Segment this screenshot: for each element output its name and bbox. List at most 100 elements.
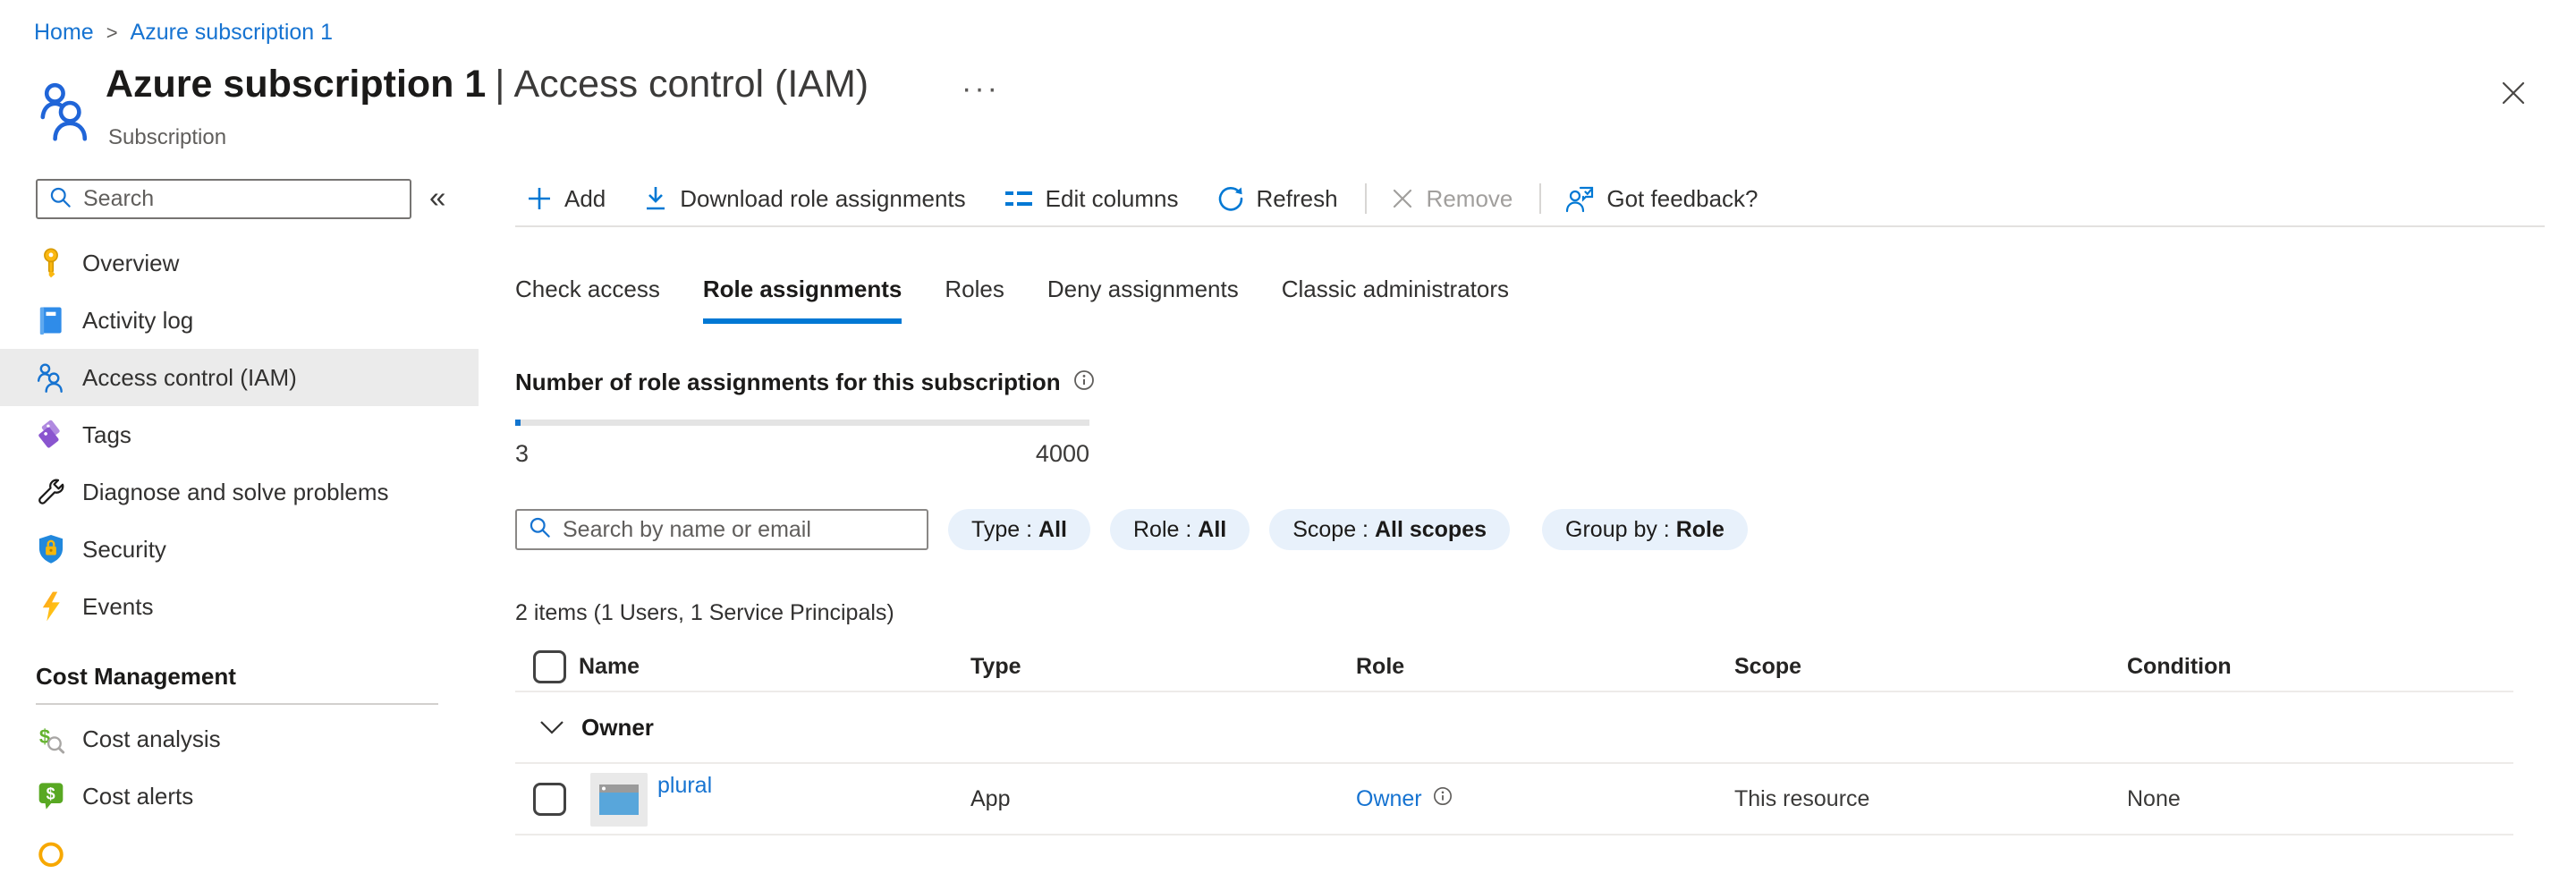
refresh-icon xyxy=(1216,184,1245,213)
remove-x-icon xyxy=(1390,186,1415,211)
sidebar-item-access-control-iam[interactable]: Access control (IAM) xyxy=(0,349,479,406)
page-subtitle: Subscription xyxy=(108,125,226,150)
role-link[interactable]: Owner xyxy=(1356,786,1422,812)
activity-log-icon xyxy=(36,305,66,335)
select-all-checkbox[interactable] xyxy=(533,650,566,683)
sidebar-search-input[interactable] xyxy=(83,186,399,212)
page-title: Azure subscription 1|Access control (IAM… xyxy=(106,63,869,106)
remove-button[interactable]: Remove xyxy=(1390,185,1513,213)
shield-lock-icon xyxy=(36,534,66,564)
assignments-limit: 4000 xyxy=(1036,440,1089,468)
column-header-scope[interactable]: Scope xyxy=(1734,654,2127,680)
chevron-down-icon[interactable] xyxy=(538,718,565,736)
assignments-current: 3 xyxy=(515,440,529,468)
toolbar-separator xyxy=(1539,183,1541,214)
breadcrumb-separator: > xyxy=(106,21,118,45)
edit-columns-button[interactable]: Edit columns xyxy=(1004,185,1179,213)
main-content: Add Download role assignments Edit colum… xyxy=(515,172,2545,835)
cell-condition: None xyxy=(2127,786,2513,812)
sidebar-item-cutoff[interactable] xyxy=(0,825,479,882)
subscription-people-icon xyxy=(40,81,87,146)
sidebar-item-activity-log[interactable]: Activity log xyxy=(0,292,479,349)
page-title-separator: | xyxy=(486,63,513,106)
wrench-icon xyxy=(36,477,66,507)
edit-columns-icon xyxy=(1004,188,1034,209)
breadcrumb-subscription-link[interactable]: Azure subscription 1 xyxy=(131,20,334,46)
budgets-icon xyxy=(36,838,66,869)
assignments-progress-bar xyxy=(515,420,1089,426)
sidebar-item-label: Cost alerts xyxy=(82,783,193,810)
add-button[interactable]: Add xyxy=(526,185,606,213)
filter-pill-role[interactable]: Role : All xyxy=(1110,509,1250,550)
tab-bar: Check access Role assignments Roles Deny… xyxy=(515,276,2545,324)
breadcrumb: Home > Azure subscription 1 xyxy=(34,20,333,46)
sidebar-item-label: Security xyxy=(82,536,166,564)
page-title-secondary: Access control (IAM) xyxy=(513,63,869,106)
tab-deny-assignments[interactable]: Deny assignments xyxy=(1047,276,1239,324)
toolbar-separator xyxy=(1365,183,1367,214)
sidebar-item-label: Overview xyxy=(82,250,179,277)
access-control-people-icon xyxy=(36,362,66,393)
sidebar-item-cost-analysis[interactable]: $ Cost analysis xyxy=(0,710,479,768)
principal-name-link[interactable]: plural xyxy=(657,773,712,799)
app-window-icon xyxy=(590,773,648,827)
assignments-count-title: Number of role assignments for this subs… xyxy=(515,369,1061,396)
refresh-button[interactable]: Refresh xyxy=(1216,184,1338,213)
got-feedback-button[interactable]: Got feedback? xyxy=(1564,184,1758,213)
cost-alerts-icon: $ xyxy=(36,781,66,811)
table-row[interactable]: plural App Owner This resource None xyxy=(515,764,2513,835)
page-title-primary: Azure subscription 1 xyxy=(106,63,486,106)
row-checkbox[interactable] xyxy=(533,783,566,816)
sidebar-item-label: Diagnose and solve problems xyxy=(82,479,389,506)
sidebar-item-tags[interactable]: Tags xyxy=(0,406,479,463)
search-icon xyxy=(48,185,72,214)
column-header-name[interactable]: Name xyxy=(579,654,970,680)
assignments-progress-fill xyxy=(515,420,521,426)
sidebar-item-label: Tags xyxy=(82,421,131,449)
feedback-person-icon xyxy=(1564,184,1595,213)
sidebar-section-divider xyxy=(36,703,438,705)
more-options-icon[interactable]: ··· xyxy=(962,72,1000,106)
assignment-search-box[interactable] xyxy=(515,509,928,550)
sidebar-item-label: Access control (IAM) xyxy=(82,364,297,392)
download-role-assignments-button[interactable]: Download role assignments xyxy=(643,184,965,213)
sidebar-item-diagnose[interactable]: Diagnose and solve problems xyxy=(0,463,479,521)
cost-analysis-icon: $ xyxy=(36,724,66,754)
sidebar-item-cost-alerts[interactable]: $ Cost alerts xyxy=(0,768,479,825)
assignments-count-row: 3 4000 xyxy=(515,440,1089,468)
cell-scope: This resource xyxy=(1734,786,2127,812)
filter-pill-type[interactable]: Type : All xyxy=(948,509,1090,550)
items-summary: 2 items (1 Users, 1 Service Principals) xyxy=(515,600,2545,626)
sidebar-search[interactable] xyxy=(36,179,411,219)
filter-row: Type : All Role : All Scope : All scopes… xyxy=(515,509,2545,550)
sidebar-item-events[interactable]: Events xyxy=(0,578,479,635)
tab-roles[interactable]: Roles xyxy=(945,276,1004,324)
column-header-condition[interactable]: Condition xyxy=(2127,654,2513,680)
sidebar-nav: Overview Activity log xyxy=(0,234,479,882)
sidebar-item-security[interactable]: Security xyxy=(0,521,479,578)
info-icon[interactable] xyxy=(1073,369,1095,395)
group-label: Owner xyxy=(581,714,654,742)
column-header-type[interactable]: Type xyxy=(970,654,1356,680)
command-bar: Add Download role assignments Edit colum… xyxy=(515,172,2545,227)
group-row-owner: Owner xyxy=(515,692,2513,764)
tags-icon xyxy=(36,420,66,450)
filter-pill-group-by[interactable]: Group by : Role xyxy=(1542,509,1748,550)
breadcrumb-home-link[interactable]: Home xyxy=(34,20,94,46)
plus-icon xyxy=(526,185,553,212)
close-icon[interactable] xyxy=(2499,79,2528,112)
info-icon[interactable] xyxy=(1433,786,1453,812)
sidebar-item-label: Events xyxy=(82,593,154,621)
sidebar-item-label: Cost analysis xyxy=(82,725,221,753)
tab-classic-administrators[interactable]: Classic administrators xyxy=(1282,276,1509,324)
column-header-role[interactable]: Role xyxy=(1356,654,1734,680)
assignment-search-input[interactable] xyxy=(563,517,916,543)
sidebar-item-overview[interactable]: Overview xyxy=(0,234,479,292)
filter-pill-scope[interactable]: Scope : All scopes xyxy=(1269,509,1510,550)
sidebar-item-label: Activity log xyxy=(82,307,193,335)
role-assignments-table: Name Type Role Scope Condition Owner xyxy=(515,642,2513,835)
sidebar-section-cost-management: Cost Management xyxy=(0,657,479,696)
tab-check-access[interactable]: Check access xyxy=(515,276,660,324)
collapse-sidebar-icon[interactable]: « xyxy=(429,181,445,215)
tab-role-assignments[interactable]: Role assignments xyxy=(703,276,902,324)
